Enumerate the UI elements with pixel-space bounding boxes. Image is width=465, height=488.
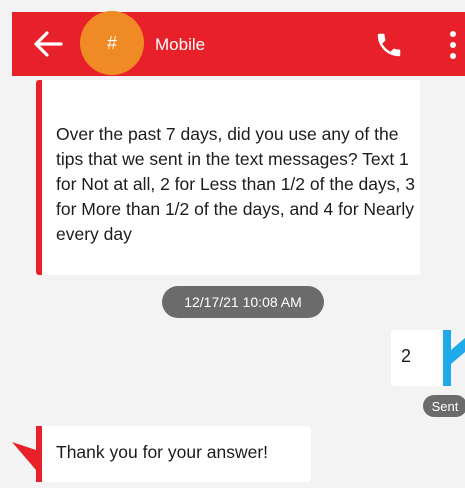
back-button[interactable] (30, 26, 66, 62)
avatar-initial: # (106, 32, 117, 53)
sent-status-badge: Sent (423, 395, 465, 417)
more-options-button[interactable] (445, 28, 461, 62)
contact-name: Mobile (155, 35, 206, 54)
outgoing-bubble-tail (443, 330, 465, 386)
outgoing-message-text: 2 (401, 346, 412, 366)
more-vertical-icon (450, 31, 456, 59)
outgoing-message-bubble[interactable]: 2 (391, 330, 443, 386)
incoming-message-bubble[interactable]: Over the past 7 days, did you use any of… (36, 80, 420, 275)
call-button[interactable] (374, 30, 404, 60)
incoming-message-text: Thank you for your answer! (56, 442, 269, 462)
contact-avatar[interactable]: # (80, 11, 144, 75)
phone-icon (377, 33, 401, 57)
incoming-message-bubble[interactable]: Thank you for your answer! (36, 426, 311, 482)
incoming-message-text: Over the past 7 days, did you use any of… (56, 124, 415, 244)
app-toolbar: # Mobile (12, 11, 465, 76)
message-timestamp: 12/17/21 10:08 AM (162, 286, 324, 318)
arrow-left-icon (34, 31, 63, 57)
